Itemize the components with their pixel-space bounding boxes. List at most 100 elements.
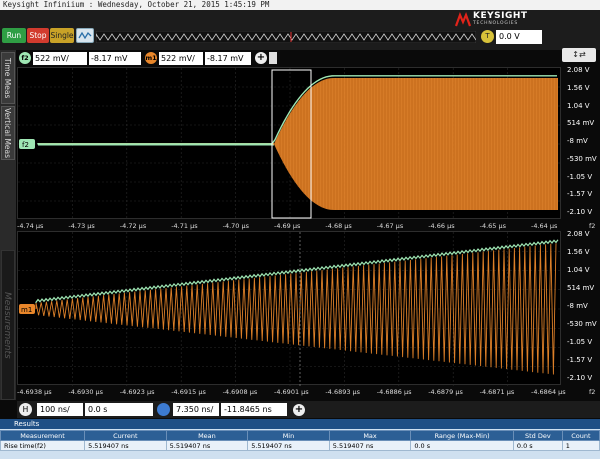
upper-y-tick: 1.04 V bbox=[567, 101, 590, 110]
upper-waveform: f2 bbox=[18, 68, 562, 220]
results-cell: 1 bbox=[561, 440, 600, 451]
upper-x-tick: -4.70 µs bbox=[222, 222, 249, 230]
sidebar: Time Meas Vertical Meas Measurements bbox=[0, 50, 16, 400]
results-title[interactable]: Results bbox=[0, 419, 600, 429]
zoom-icon[interactable] bbox=[157, 403, 170, 416]
upper-x-tick: -4.68 µs bbox=[325, 222, 352, 230]
stop-button[interactable]: Stop bbox=[27, 28, 49, 43]
upper-y-tick: 1.56 V bbox=[567, 83, 590, 92]
lower-y-tick: 2.08 V bbox=[567, 230, 590, 238]
lower-x-suffix: f2 bbox=[589, 388, 596, 396]
horizontal-position-field[interactable]: 0.0 s bbox=[85, 403, 153, 416]
horizontal-badge[interactable]: H bbox=[19, 403, 32, 416]
f2-badge[interactable]: f2 bbox=[19, 52, 31, 64]
lower-y-tick: -1.05 V bbox=[567, 338, 593, 346]
upper-waveform-plot[interactable]: f2 bbox=[17, 67, 562, 220]
lower-y-tick: -1.57 V bbox=[567, 356, 593, 364]
window-title: Keysight Infiniium : Wednesday, October … bbox=[0, 0, 600, 10]
upper-x-suffix: f2 bbox=[589, 222, 596, 230]
m1-scale-field[interactable]: 522 mV/ bbox=[159, 52, 203, 65]
upper-x-tick: -4.72 µs bbox=[119, 222, 147, 230]
upper-burst-fill bbox=[274, 78, 558, 210]
upper-y-tick: 514 mV bbox=[567, 119, 595, 128]
add-channel-button[interactable]: + bbox=[255, 52, 267, 64]
upper-x-tick: -4.65 µs bbox=[479, 222, 506, 230]
results-column-header[interactable]: Min bbox=[247, 430, 330, 441]
upper-y-tick: -530 mV bbox=[567, 154, 597, 163]
results-column-header[interactable]: Current bbox=[84, 430, 167, 441]
results-column-header[interactable]: Measurement bbox=[0, 430, 86, 441]
lower-x-tick: -4.6871 µs bbox=[479, 388, 515, 396]
lower-y-tick: -530 mV bbox=[567, 320, 597, 328]
cursor-select-icon[interactable]: ↕⇄ bbox=[562, 48, 596, 62]
upper-channel-marker-label: f2 bbox=[22, 141, 29, 149]
upper-x-tick: -4.66 µs bbox=[428, 222, 455, 230]
upper-x-tick: -4.64 µs bbox=[531, 222, 558, 230]
results-cell: 5.519407 ns bbox=[165, 440, 249, 451]
window-icon[interactable] bbox=[269, 52, 277, 64]
tab-time-meas[interactable]: Time Meas bbox=[1, 52, 15, 104]
upper-y-tick: 2.08 V bbox=[567, 66, 590, 74]
lower-x-tick: -4.6938 µs bbox=[17, 388, 52, 396]
zoom-position-field[interactable]: -11.8465 ns bbox=[221, 403, 287, 416]
results-column-header[interactable]: Std Dev bbox=[512, 430, 563, 441]
lower-x-tick: -4.6923 µs bbox=[119, 388, 155, 396]
lower-y-tick: -8 mV bbox=[567, 302, 588, 310]
logo-subtext: TECHNOLOGIES bbox=[473, 21, 519, 26]
horizontal-controls: H 100 ns/ 0.0 s 7.350 ns/ -11.8465 ns + bbox=[17, 401, 600, 418]
single-button[interactable]: Single bbox=[50, 28, 74, 43]
lower-x-tick: -4.6886 µs bbox=[376, 388, 412, 396]
results-row[interactable]: Rise time(f2) 5.519407 ns 5.519407 ns 5.519… bbox=[0, 440, 600, 451]
results-cell: 5.519407 ns bbox=[247, 440, 330, 451]
results-column-header[interactable]: Count bbox=[561, 430, 600, 441]
f2-offset-field[interactable]: -8.17 mV bbox=[89, 52, 141, 65]
results-cell: 0.0 s bbox=[512, 440, 563, 451]
tab-measurements[interactable]: Measurements bbox=[1, 250, 15, 400]
lower-x-tick: -4.6908 µs bbox=[222, 388, 258, 396]
upper-y-tick: -8 mV bbox=[567, 137, 588, 145]
lower-y-tick: 1.04 V bbox=[567, 266, 590, 274]
trigger-icon[interactable]: T bbox=[481, 30, 494, 43]
results-panel: Results Measurement Current Mean Min Max Rang… bbox=[0, 419, 600, 459]
lower-channel-marker-label: m1 bbox=[21, 306, 32, 314]
upper-x-tick: -4.67 µs bbox=[376, 222, 404, 230]
zoom-scale-field[interactable]: 7.350 ns/ bbox=[173, 403, 219, 416]
lower-x-tick: -4.6893 µs bbox=[325, 388, 361, 396]
lower-y-tick: -2.10 V bbox=[567, 374, 593, 382]
upper-y-tick: -2.10 V bbox=[567, 208, 593, 216]
results-column-header[interactable]: Range (Max-Min) bbox=[410, 430, 514, 441]
lower-x-tick: -4.6915 µs bbox=[171, 388, 206, 396]
upper-y-tick: -1.05 V bbox=[567, 172, 593, 181]
upper-x-tick: -4.71 µs bbox=[171, 222, 198, 230]
results-table: Measurement Current Mean Min Max Range (Max-M… bbox=[0, 430, 600, 451]
waveform-timeline-overview[interactable] bbox=[96, 31, 476, 43]
lower-x-tick: -4.6901 µs bbox=[274, 388, 309, 396]
upper-x-tick: -4.69 µs bbox=[274, 222, 301, 230]
results-column-header[interactable]: Mean bbox=[165, 430, 249, 441]
upper-x-tick: -4.74 µs bbox=[17, 222, 44, 230]
autoscale-button[interactable] bbox=[76, 28, 94, 43]
keysight-logo: KEYSIGHT TECHNOLOGIES bbox=[455, 11, 595, 29]
autoscale-icon bbox=[78, 31, 92, 40]
trigger-level-field[interactable]: 0.0 V bbox=[496, 30, 542, 44]
horizontal-scale-field[interactable]: 100 ns/ bbox=[37, 403, 83, 416]
add-horizontal-button[interactable]: + bbox=[293, 404, 305, 416]
lower-y-tick: 514 mV bbox=[567, 284, 595, 292]
lower-x-tick: -4.6864 µs bbox=[531, 388, 566, 396]
f2-scale-field[interactable]: 522 mV/ bbox=[33, 52, 87, 65]
upper-y-tick: -1.57 V bbox=[567, 190, 593, 199]
lower-x-tick: -4.6879 µs bbox=[428, 388, 463, 396]
results-cell: 5.519407 ns bbox=[328, 440, 412, 451]
tab-vertical-meas[interactable]: Vertical Meas bbox=[1, 106, 15, 160]
results-cell: 0.0 s bbox=[410, 440, 514, 451]
results-column-header[interactable]: Max bbox=[328, 430, 412, 441]
keysight-wave-icon bbox=[455, 12, 471, 27]
lower-y-tick: 1.56 V bbox=[567, 248, 590, 256]
upper-x-tick: -4.73 µs bbox=[68, 222, 95, 230]
m1-badge[interactable]: m1 bbox=[145, 52, 157, 64]
lower-waveform-plot[interactable]: m1 bbox=[17, 231, 562, 386]
run-button[interactable]: Run bbox=[2, 28, 26, 43]
lower-x-tick: -4.6930 µs bbox=[68, 388, 104, 396]
lower-waveform: m1 bbox=[18, 232, 562, 386]
m1-offset-field[interactable]: -8.17 mV bbox=[205, 52, 251, 65]
